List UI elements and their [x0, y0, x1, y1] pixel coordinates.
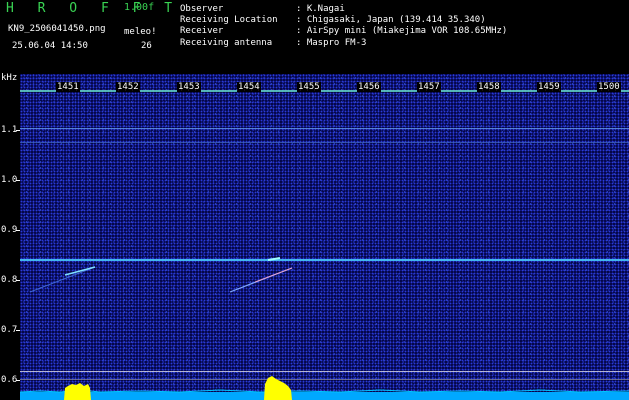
signal-level-trace [19, 389, 629, 393]
meteor-echo-2-core [254, 267, 293, 283]
spectrogram-overlay [19, 89, 629, 400]
signal-level-strip [20, 392, 629, 400]
detection-burst-2 [264, 376, 292, 400]
meteor-head-2 [267, 257, 281, 261]
detection-burst-1 [64, 383, 91, 400]
meteor-echo-1-tail [29, 266, 96, 293]
meteor-echo-1 [64, 266, 96, 276]
